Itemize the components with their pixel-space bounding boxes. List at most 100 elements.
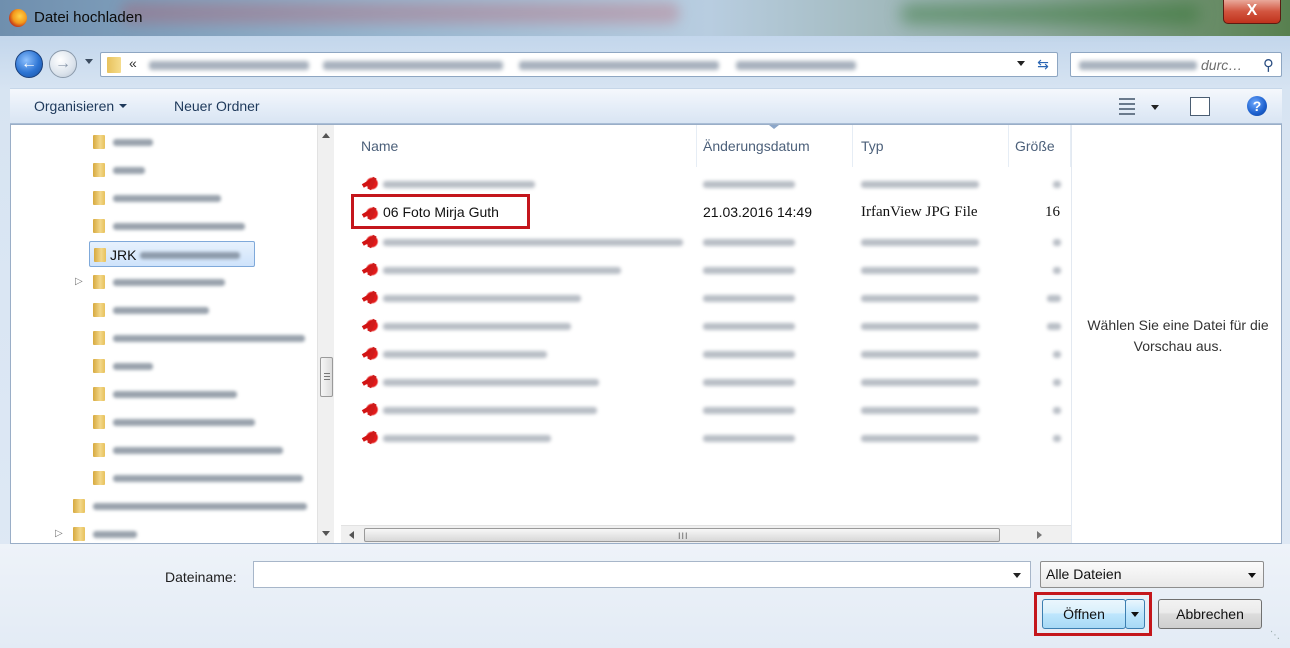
forward-button[interactable]: → — [49, 50, 77, 78]
breadcrumb-segment-redacted[interactable] — [323, 61, 503, 70]
scroll-thumb[interactable] — [320, 357, 333, 397]
folder-icon — [93, 191, 105, 205]
scroll-left-arrow[interactable] — [349, 531, 354, 539]
nav-folder-redacted[interactable] — [93, 129, 293, 155]
irfanview-jpg-icon — [364, 318, 380, 333]
redacted-cell — [703, 239, 795, 246]
address-history-dropdown[interactable] — [1017, 61, 1025, 66]
redacted-label — [113, 223, 245, 230]
firefox-icon — [9, 9, 27, 27]
nav-folder-redacted[interactable] — [93, 437, 293, 463]
breadcrumb-overflow[interactable]: « — [129, 55, 137, 71]
command-toolbar: Organisieren Neuer Ordner ? — [10, 88, 1282, 124]
highlight-box-file — [351, 194, 530, 229]
redacted-label — [113, 391, 237, 398]
expand-arrow-icon[interactable]: ▷ — [55, 521, 63, 543]
nav-folder-redacted[interactable] — [93, 213, 293, 239]
view-options-icon[interactable] — [1119, 97, 1145, 115]
file-row[interactable] — [341, 425, 1061, 451]
close-button[interactable]: X — [1223, 0, 1281, 24]
nav-folder-redacted[interactable] — [93, 185, 293, 211]
nav-folder-selected[interactable]: JRK — [89, 241, 255, 267]
nav-folder-redacted[interactable] — [93, 465, 313, 491]
redacted-label — [113, 475, 303, 482]
back-button[interactable]: ← — [15, 50, 43, 78]
nav-folder-redacted[interactable] — [93, 325, 313, 351]
nav-folder-redacted[interactable]: ▷ — [55, 521, 273, 543]
window-title: Datei hochladen — [34, 9, 143, 26]
file-row[interactable] — [341, 285, 1061, 311]
file-row[interactable] — [341, 313, 1061, 339]
irfanview-jpg-icon — [364, 402, 380, 417]
redacted-cell — [383, 295, 581, 302]
new-folder-button[interactable]: Neuer Ordner — [174, 98, 260, 114]
organize-menu-button[interactable]: Organisieren — [34, 98, 128, 114]
file-row[interactable] — [341, 257, 1061, 283]
redacted-cell — [703, 267, 795, 274]
filename-input[interactable] — [253, 561, 1031, 588]
search-icon[interactable]: ⚲ — [1263, 56, 1279, 74]
nav-folder-redacted[interactable]: ▷ — [75, 269, 293, 295]
sort-indicator-icon — [769, 125, 779, 129]
breadcrumb-segment-redacted[interactable] — [519, 61, 719, 70]
redacted-cell — [703, 407, 795, 414]
scroll-right-arrow[interactable] — [1037, 531, 1042, 539]
view-options-dropdown[interactable] — [1151, 105, 1159, 110]
nav-folder-redacted[interactable] — [93, 157, 293, 183]
scroll-down-arrow[interactable] — [322, 531, 330, 536]
filename-history-dropdown[interactable] — [1013, 573, 1021, 578]
redacted-cell — [1053, 379, 1061, 386]
file-row[interactable] — [341, 397, 1061, 423]
redacted-cell — [1047, 295, 1061, 302]
redacted-cell — [861, 267, 979, 274]
nav-folder-redacted[interactable] — [93, 353, 293, 379]
nav-vertical-scrollbar[interactable] — [317, 125, 334, 543]
file-type-select[interactable]: Alle Dateien — [1040, 561, 1264, 588]
open-options-dropdown[interactable] — [1125, 599, 1145, 629]
scroll-up-arrow[interactable] — [322, 133, 330, 138]
resize-grip[interactable]: ⋱ — [1270, 630, 1282, 642]
redacted-cell — [1053, 239, 1061, 246]
title-bar-background-blur — [120, 2, 680, 24]
breadcrumb-segment-redacted[interactable] — [736, 61, 856, 70]
preview-pane-toggle-icon[interactable] — [1190, 97, 1210, 116]
address-bar[interactable]: « — [100, 52, 1058, 77]
redacted-label — [113, 279, 225, 286]
redacted-label — [140, 252, 240, 259]
file-row[interactable] — [341, 229, 1061, 255]
redacted-cell — [703, 323, 795, 330]
nav-folder-label: JRK — [110, 247, 137, 263]
expand-arrow-icon[interactable]: ▷ — [75, 269, 83, 295]
folder-icon — [93, 163, 105, 177]
file-row[interactable] — [341, 341, 1061, 367]
recent-locations-dropdown[interactable] — [85, 59, 93, 64]
redacted-cell — [1053, 407, 1061, 414]
redacted-cell — [703, 379, 795, 386]
nav-folder-redacted[interactable] — [93, 409, 293, 435]
redacted-label — [113, 307, 209, 314]
column-header-name[interactable]: Name — [341, 125, 697, 167]
breadcrumb-segment-redacted[interactable] — [149, 61, 309, 70]
nav-folder-redacted[interactable] — [73, 493, 313, 519]
refresh-icon[interactable]: ⇆ — [1028, 52, 1058, 77]
column-header-size[interactable]: Größe — [1009, 125, 1071, 167]
thumb-grip-line — [324, 373, 330, 374]
scroll-thumb[interactable]: III — [364, 528, 1000, 542]
file-row[interactable] — [341, 369, 1061, 395]
file-list-horizontal-scrollbar[interactable]: III — [341, 525, 1071, 543]
nav-folder-redacted[interactable] — [93, 297, 293, 323]
nav-folder-redacted[interactable] — [93, 381, 293, 407]
file-list[interactable]: Name Änderungsdatum Typ Größe 06 Foto Mi… — [341, 125, 1071, 543]
search-input[interactable]: durc… ⚲ — [1070, 52, 1282, 77]
redacted-cell — [861, 407, 979, 414]
navigation-pane[interactable]: JRK ▷ ▷ — [11, 125, 335, 543]
redacted-cell — [1053, 181, 1061, 188]
file-type: IrfanView JPG File — [861, 204, 978, 220]
redacted-cell — [861, 239, 979, 246]
column-header-date[interactable]: Änderungsdatum — [697, 125, 853, 167]
open-button[interactable]: Öffnen — [1042, 599, 1126, 629]
help-icon[interactable]: ? — [1247, 96, 1267, 116]
folder-icon — [93, 471, 105, 485]
cancel-button[interactable]: Abbrechen — [1158, 599, 1262, 629]
column-header-type[interactable]: Typ — [853, 125, 1009, 167]
